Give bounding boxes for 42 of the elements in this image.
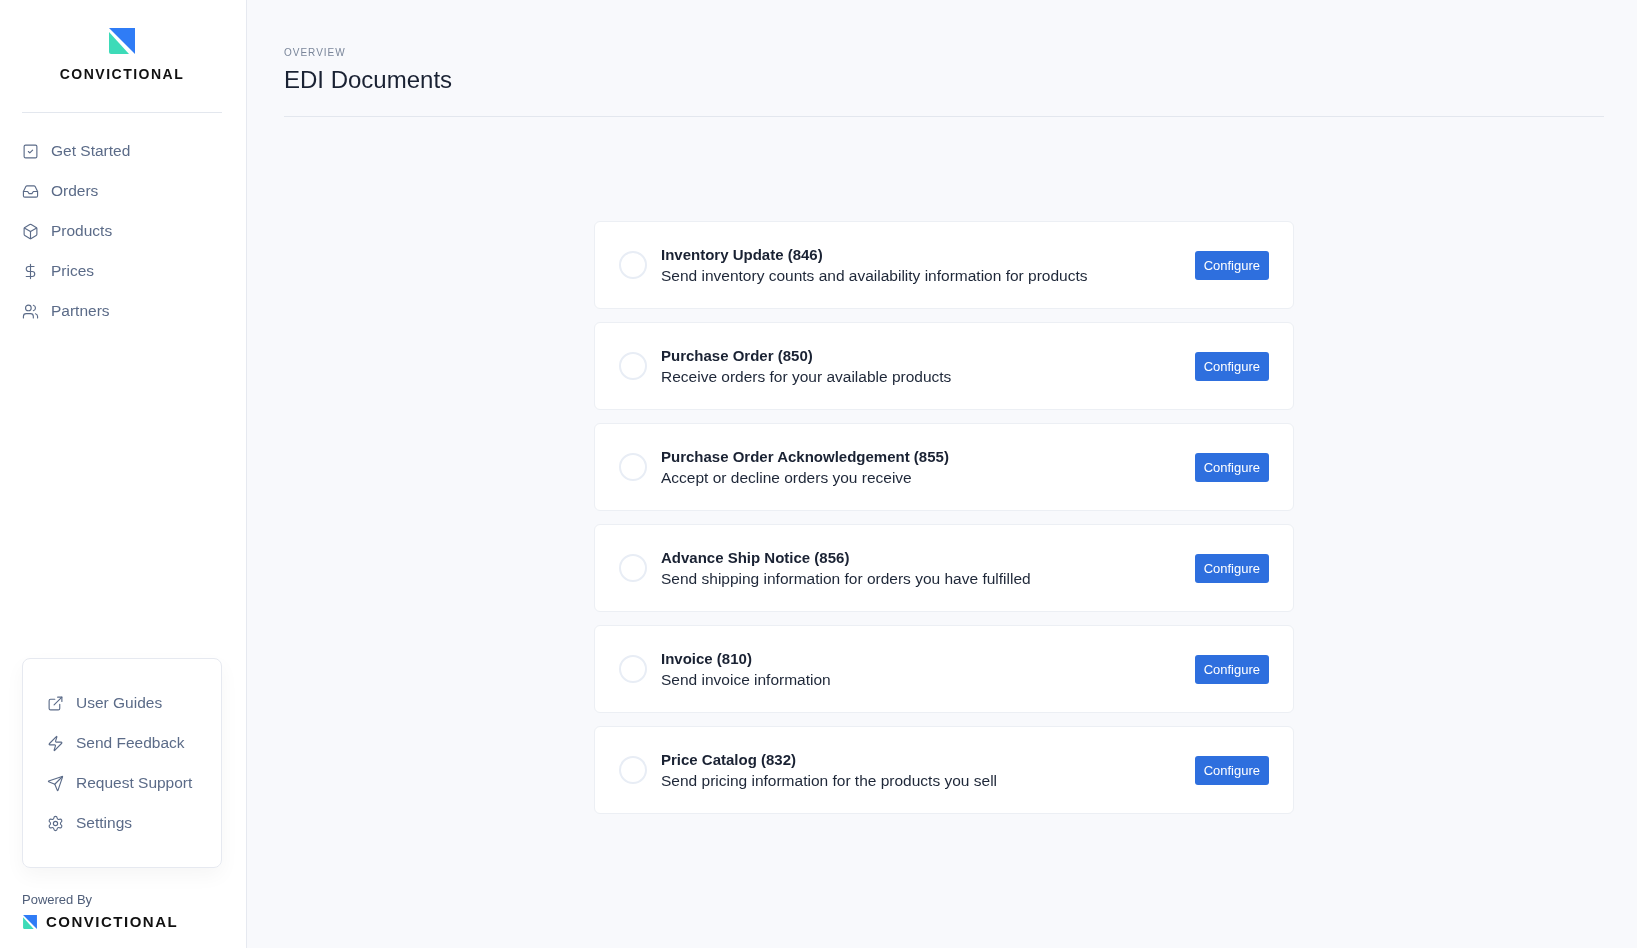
document-title: Purchase Order Acknowledgement (855) bbox=[661, 447, 950, 465]
configure-button[interactable]: Configure bbox=[1194, 250, 1269, 280]
document-title: Price Catalog (832) bbox=[661, 750, 798, 768]
document-title: Advance Ship Notice (856) bbox=[661, 548, 851, 566]
document-description: Send inventory counts and availability information for products bbox=[661, 266, 1089, 285]
configure-button[interactable]: Configure bbox=[1194, 755, 1269, 785]
users-icon bbox=[22, 302, 39, 320]
logo-icon bbox=[22, 913, 38, 930]
document-description: Send pricing information for the products you sell bbox=[661, 771, 998, 790]
nav-link[interactable]: Get Started bbox=[22, 139, 222, 163]
document-description: Send invoice information bbox=[661, 670, 832, 689]
checkbox-icon bbox=[22, 142, 39, 160]
brand-name: CONVICTIONAL bbox=[46, 913, 179, 930]
help-link[interactable]: Settings bbox=[47, 811, 197, 835]
settings-icon bbox=[47, 814, 64, 832]
help-link[interactable]: Send Feedback bbox=[47, 731, 197, 755]
nav-link[interactable]: Products bbox=[22, 219, 222, 243]
inbox-icon bbox=[22, 182, 39, 200]
help-link[interactable]: User Guides bbox=[47, 691, 197, 715]
lightning-icon bbox=[47, 734, 64, 752]
document-title: Purchase Order (850) bbox=[661, 346, 814, 364]
configure-button[interactable]: Configure bbox=[1194, 553, 1269, 583]
logo-icon bbox=[107, 26, 137, 56]
document-title: Invoice (810) bbox=[661, 649, 753, 667]
document-description: Receive orders for your available products bbox=[661, 367, 953, 386]
nav-link[interactable]: Prices bbox=[22, 259, 222, 283]
configure-button[interactable]: Configure bbox=[1194, 452, 1269, 482]
page-eyebrow: OVERVIEW bbox=[284, 47, 347, 58]
external-link-icon bbox=[47, 694, 64, 712]
paper-plane-icon bbox=[47, 774, 64, 792]
nav-link[interactable]: Orders bbox=[22, 179, 222, 203]
configure-button[interactable]: Configure bbox=[1194, 351, 1269, 381]
brand-name: CONVICTIONAL bbox=[59, 66, 185, 82]
document-description: Accept or decline orders you receive bbox=[661, 468, 913, 487]
document-title: Inventory Update (846) bbox=[661, 245, 824, 263]
page-title: EDI Documents bbox=[284, 66, 1604, 117]
document-description: Send shipping information for orders you have fulfilled bbox=[661, 569, 1032, 588]
configure-button[interactable]: Configure bbox=[1194, 654, 1269, 684]
help-link[interactable]: Request Support bbox=[47, 771, 197, 795]
powered-by-label: Powered By bbox=[22, 892, 94, 907]
box-icon bbox=[22, 222, 39, 240]
nav-link[interactable]: Partners bbox=[22, 299, 222, 323]
